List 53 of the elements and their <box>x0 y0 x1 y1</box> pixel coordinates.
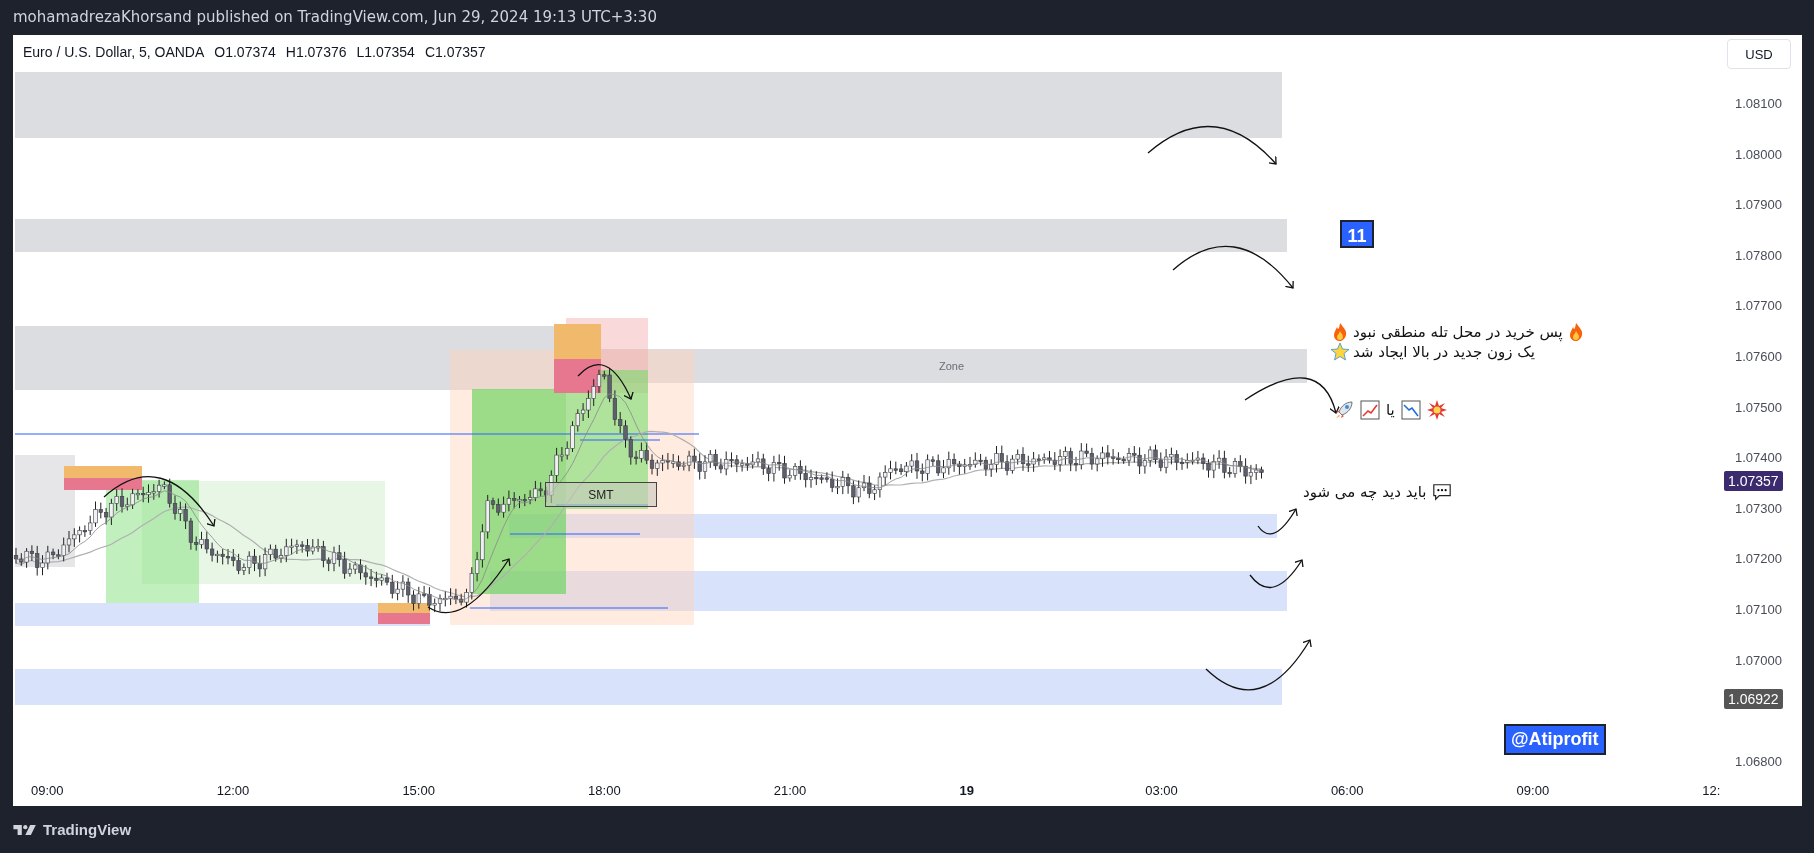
explosion-icon <box>1426 400 1447 420</box>
curved-arrow <box>1257 508 1298 535</box>
price-axis-label: 1.07700 <box>1735 298 1782 314</box>
price-axis-label: 1.07500 <box>1735 399 1782 415</box>
publisher-caption: mohamadrezaKhorsand published on TradingView.com, Jun 29, 2024 19:13 UTC+3:30 <box>12 7 658 28</box>
speech-bubble-icon <box>1432 482 1453 502</box>
time-axis-label: 21:00 <box>773 783 807 798</box>
annotation-text: پس خرید در محل تله منطقی نبود <box>1353 323 1563 341</box>
ohlc-value: O1.07374 <box>214 44 276 60</box>
time-axis-label: 12:00 <box>216 783 250 798</box>
smt-label: SMT <box>545 482 657 507</box>
price-axis-label: 1.07900 <box>1735 197 1782 213</box>
price-badge: 1.07357 <box>1724 471 1783 491</box>
author-handle-badge: @Atiprofit <box>1504 724 1606 755</box>
annotation-text: یا <box>1386 401 1395 419</box>
price-badge: 1.06922 <box>1724 689 1783 709</box>
chart-up-icon <box>1360 400 1380 420</box>
logo-icon <box>13 822 39 837</box>
curved-arrow <box>577 364 634 400</box>
price-axis-label: 1.08100 <box>1735 96 1782 111</box>
annotation-text: یک زون جدید در بالا ایجاد شد <box>1353 343 1535 361</box>
symbol-title: Euro / U.S. Dollar, 5, OANDA <box>23 44 205 60</box>
position-box <box>378 603 430 613</box>
rocket-icon <box>1334 400 1354 420</box>
ohlc-value: L1.07354 <box>356 44 415 60</box>
price-axis-label: 1.07200 <box>1735 551 1782 567</box>
price-axis-label: 1.07100 <box>1735 602 1782 617</box>
time-axis-label: 09:00 <box>1516 783 1550 798</box>
star-icon <box>1330 342 1350 362</box>
price-axis-label: 1.07300 <box>1735 500 1782 516</box>
time-axis-label: 15:00 <box>402 783 435 798</box>
time-axis-label: 03:00 <box>1145 783 1178 798</box>
position-box <box>378 613 430 624</box>
zone-label: Zone <box>939 360 965 372</box>
currency-button[interactable]: USD <box>1727 39 1791 69</box>
price-axis-label: 1.07800 <box>1735 247 1782 263</box>
price-axis-label: 1.07600 <box>1735 349 1782 364</box>
time-axis-label: 12: <box>1702 783 1721 798</box>
time-axis-label: 18:00 <box>588 783 621 798</box>
time-axis-label: 19 <box>959 783 974 798</box>
chart-down-icon <box>1400 400 1421 420</box>
curved-arrow <box>1249 559 1304 589</box>
brand-name: TradingView <box>43 821 132 838</box>
count-badge: 11 <box>1340 220 1374 248</box>
ohlc-value: H1.07376 <box>285 44 347 60</box>
ohlc-value: C1.07357 <box>424 44 486 60</box>
price-axis-label: 1.08000 <box>1735 146 1782 162</box>
annotation-text: باید دید چه می شود <box>1303 483 1427 501</box>
price-axis-label: 1.07000 <box>1735 652 1782 668</box>
price-axis-label: 1.07400 <box>1735 450 1782 466</box>
time-axis-label: 06:00 <box>1330 783 1364 798</box>
time-axis-label: 09:00 <box>31 783 64 798</box>
price-axis-label: 1.06800 <box>1735 753 1782 769</box>
